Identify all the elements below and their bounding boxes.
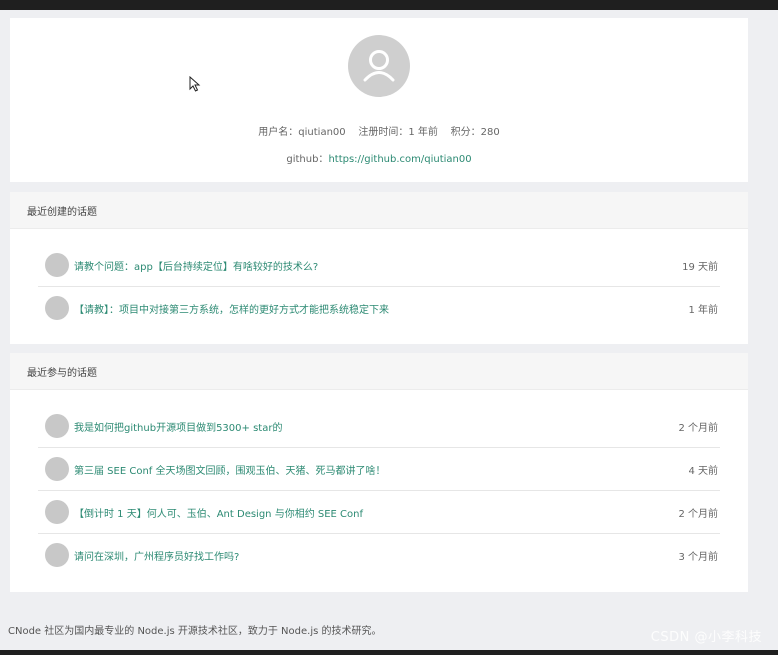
topic-row[interactable]: 我是如何把github开源项目做到5300+ star的 2 个月前 [38, 404, 720, 448]
topic-time: 2 个月前 [678, 509, 718, 520]
page-screen: 用户名：qiutian00 注册时间：1 年前 积分：280 github：ht… [0, 10, 778, 650]
author-avatar-icon[interactable] [45, 296, 69, 320]
topic-row[interactable]: 第三届 SEE Conf 全天场图文回顾，围观玉伯、天猪、死马都讲了啥！ 4 天… [38, 447, 720, 491]
register-time-value: 1 年前 [408, 127, 438, 138]
author-avatar-icon[interactable] [45, 253, 69, 277]
username-value: qiutian00 [298, 127, 346, 138]
topic-time: 19 天前 [682, 262, 718, 273]
topic-time: 2 个月前 [678, 423, 718, 434]
author-avatar-icon[interactable] [45, 500, 69, 524]
github-link[interactable]: https://github.com/qiutian00 [328, 154, 471, 165]
username-label: 用户名： [258, 127, 299, 138]
footer-text: CNode 社区为国内最专业的 Node.js 开源技术社区，致力于 Node.… [8, 626, 382, 637]
topic-title[interactable]: 第三届 SEE Conf 全天场图文回顾，围观玉伯、天猪、死马都讲了啥！ [74, 462, 385, 477]
recent-joined-header: 最近参与的话题 [10, 353, 748, 390]
watermark-text: CSDN @小李科技 [650, 630, 762, 645]
user-profile-panel: 用户名：qiutian00 注册时间：1 年前 积分：280 github：ht… [10, 18, 748, 182]
topic-title[interactable]: 我是如何把github开源项目做到5300+ star的 [74, 419, 282, 434]
author-avatar-icon[interactable] [45, 457, 69, 481]
recent-joined-title: 最近参与的话题 [27, 368, 97, 379]
topic-time: 3 个月前 [678, 552, 718, 563]
score-label: 积分： [450, 127, 481, 138]
topic-row[interactable]: 请教个问题：app【后台持续定位】有啥较好的技术么? 19 天前 [38, 243, 720, 287]
mouse-cursor-icon [189, 76, 201, 92]
author-avatar-icon[interactable] [45, 414, 69, 438]
topic-row[interactable]: 【倒计时 1 天】何人可、玉伯、Ant Design 与你相约 SEE Conf… [38, 490, 720, 534]
user-avatar-icon[interactable] [348, 35, 410, 97]
github-line: github：https://github.com/qiutian00 [10, 150, 748, 165]
topic-title[interactable]: 请问在深圳，广州程序员好找工作吗? [74, 548, 239, 563]
recent-joined-panel: 最近参与的话题 我是如何把github开源项目做到5300+ star的 2 个… [10, 353, 748, 592]
score-value: 280 [480, 127, 500, 138]
recent-created-title: 最近创建的话题 [27, 207, 97, 218]
topic-row[interactable]: 【请教】：项目中对接第三方系统，怎样的更好方式才能把系统稳定下来 1 年前 [38, 286, 720, 329]
recent-created-panel: 最近创建的话题 请教个问题：app【后台持续定位】有啥较好的技术么? 19 天前… [10, 192, 748, 344]
topic-time: 4 天前 [688, 466, 718, 477]
user-stats-line: 用户名：qiutian00 注册时间：1 年前 积分：280 [10, 123, 748, 138]
topic-title[interactable]: 【请教】：项目中对接第三方系统，怎样的更好方式才能把系统稳定下来 [74, 301, 389, 316]
topic-row[interactable]: 请问在深圳，广州程序员好找工作吗? 3 个月前 [38, 533, 720, 576]
topic-time: 1 年前 [688, 305, 718, 316]
topic-title[interactable]: 【倒计时 1 天】何人可、玉伯、Ant Design 与你相约 SEE Conf [74, 505, 363, 520]
register-time-label: 注册时间： [358, 127, 409, 138]
author-avatar-icon[interactable] [45, 543, 69, 567]
github-label: github： [286, 154, 329, 165]
recent-created-header: 最近创建的话题 [10, 192, 748, 229]
topic-title[interactable]: 请教个问题：app【后台持续定位】有啥较好的技术么? [74, 258, 318, 273]
